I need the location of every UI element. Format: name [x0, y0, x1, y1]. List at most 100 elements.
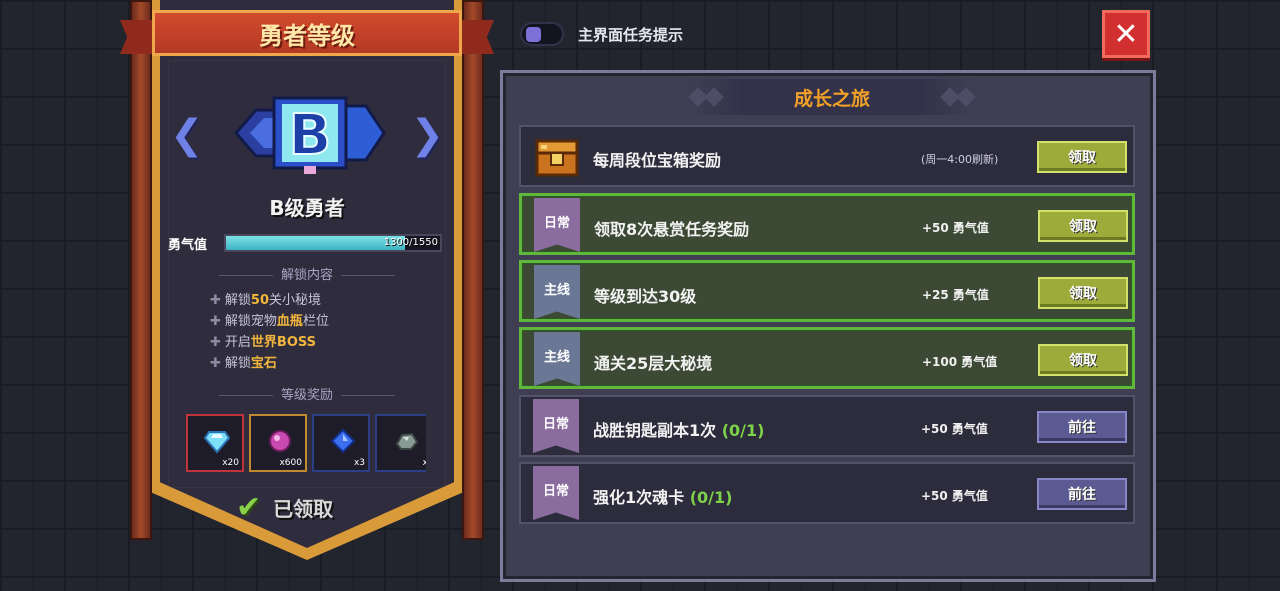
task-reward: +50 勇气值	[922, 221, 989, 235]
task-name: 通关25层大秘境	[594, 350, 712, 374]
go-button[interactable]: 前往	[1037, 478, 1127, 510]
reward-section-label: 等级奖励	[280, 388, 333, 403]
reward-section-title: 等级奖励	[160, 384, 454, 403]
rank-selector: ❮ B ❯	[160, 80, 454, 190]
banner-pole-right	[462, 0, 484, 540]
plus-icon: ✚	[210, 356, 221, 371]
plus-icon: ✚	[210, 314, 221, 329]
prev-rank-arrow-icon[interactable]: ❮	[170, 112, 204, 158]
task-tag-main: 主线	[534, 332, 580, 386]
unlock-text: 栏位	[302, 314, 329, 329]
task-tag-daily: 日常	[533, 399, 579, 453]
reward-slot[interactable]: x3	[312, 414, 370, 472]
task-name: 强化1次魂卡 (0/1)	[593, 484, 732, 508]
blue-gem-icon	[330, 428, 356, 454]
diamond-ornament-icon	[704, 87, 724, 107]
courage-label: 勇气值	[168, 237, 208, 253]
reward-count: x20	[222, 458, 239, 468]
unlock-text: 解锁宠物	[224, 314, 277, 329]
unlock-item: ✚ 解锁宝石	[210, 353, 440, 374]
level-rewards-list: x20 x600 x3 x	[186, 414, 426, 474]
claimed-label: 已领取	[273, 496, 334, 521]
ore-icon	[395, 432, 419, 450]
task-row: 日常 领取8次悬赏任务奖励 +50 勇气值 领取	[519, 193, 1135, 255]
checkmark-icon: ✔	[236, 489, 262, 525]
task-tag-daily: 日常	[533, 466, 579, 520]
task-name-text: 领取8次悬赏任务奖励	[594, 220, 750, 239]
task-tag-daily: 日常	[534, 198, 580, 252]
task-row: 日常 战胜钥匙副本1次 (0/1) +50 勇气值 前往	[519, 395, 1135, 457]
task-name-text: 强化1次魂卡	[593, 488, 690, 507]
plus-icon: ✚	[210, 293, 221, 308]
unlock-highlight: 世界BOSS	[250, 335, 317, 350]
unlock-section-title: 解锁内容	[160, 264, 454, 283]
unlock-text: 解锁	[224, 356, 251, 371]
weekly-chest-name: 每周段位宝箱奖励	[593, 151, 722, 170]
treasure-chest-icon	[535, 139, 579, 177]
close-button[interactable]: ✕	[1102, 10, 1150, 58]
unlock-text: 开启	[224, 335, 251, 350]
unlock-item: ✚ 开启世界BOSS	[210, 332, 440, 353]
unlock-list: ✚ 解锁50关小秘境 ✚ 解锁宠物血瓶栏位 ✚ 开启世界BOSS ✚ 解锁宝石	[210, 290, 440, 374]
rank-b-badge-icon: B	[234, 96, 386, 174]
courage-progress-text: 1300/1550	[383, 237, 438, 248]
weekly-chest-row: 每周段位宝箱奖励 (周一4:00刷新) 领取	[519, 125, 1135, 187]
diamond-ornament-icon	[956, 87, 976, 107]
task-progress: (0/1)	[689, 488, 733, 507]
weekly-refresh-note: (周一4:00刷新)	[921, 153, 999, 166]
task-tag-main: 主线	[534, 265, 580, 319]
next-rank-arrow-icon[interactable]: ❯	[410, 112, 444, 158]
unlock-highlight: 血瓶	[276, 314, 303, 329]
task-row: 主线 等级到达30级 +25 勇气值 领取	[519, 260, 1135, 322]
hero-level-title: 勇者等级	[152, 10, 462, 56]
unlock-highlight: 50	[250, 293, 270, 308]
rank-letter: B	[289, 103, 332, 168]
task-reward: +100 勇气值	[922, 355, 998, 369]
task-progress: (0/1)	[721, 421, 765, 440]
claim-button[interactable]: 领取	[1038, 344, 1128, 376]
task-name: 战胜钥匙副本1次 (0/1)	[593, 417, 764, 441]
task-row: 主线 通关25层大秘境 +100 勇气值 领取	[519, 327, 1135, 389]
task-reward: +25 勇气值	[922, 288, 989, 302]
claimed-status: ✔ 已领取	[236, 489, 396, 525]
unlock-text: 解锁	[224, 293, 251, 308]
unlock-item: ✚ 解锁宠物血瓶栏位	[210, 311, 440, 332]
courage-progress-bar: 1300/1550	[224, 234, 442, 252]
reward-slot[interactable]: x600	[249, 414, 307, 472]
unlock-section-label: 解锁内容	[280, 268, 333, 283]
task-name: 领取8次悬赏任务奖励	[594, 216, 749, 240]
unlock-highlight: 宝石	[250, 356, 277, 371]
task-reward: +50 勇气值	[921, 422, 988, 436]
claim-button[interactable]: 领取	[1038, 210, 1128, 242]
task-name-text: 通关25层大秘境	[594, 354, 713, 373]
close-icon: ✕	[1113, 16, 1139, 52]
claim-button[interactable]: 领取	[1038, 277, 1128, 309]
task-name-text: 战胜钥匙副本1次	[593, 421, 722, 440]
task-row: 日常 强化1次魂卡 (0/1) +50 勇气值 前往	[519, 462, 1135, 524]
diamond-icon	[204, 431, 230, 454]
task-hint-toggle-label: 主界面任务提示	[578, 26, 684, 44]
reward-slot[interactable]: x	[375, 414, 426, 472]
task-hint-toggle[interactable]	[520, 22, 564, 46]
task-name: 等级到达30级	[594, 283, 696, 307]
unlock-item: ✚ 解锁50关小秘境	[210, 290, 440, 311]
plus-icon: ✚	[210, 335, 221, 350]
courage-row: 勇气值 1300/1550	[168, 232, 458, 254]
task-name-text: 等级到达30级	[594, 287, 697, 306]
task-reward: +50 勇气值	[921, 489, 988, 503]
toggle-knob	[526, 27, 541, 42]
title-ribbon: 勇者等级	[118, 10, 496, 60]
unlock-text: 关小秘境	[269, 293, 322, 308]
reward-slot[interactable]: x20	[186, 414, 244, 472]
reward-count: x3	[353, 458, 365, 468]
reward-count: x600	[279, 458, 302, 468]
go-button[interactable]: 前往	[1037, 411, 1127, 443]
rank-name: B级勇者	[269, 196, 345, 220]
growth-journey-panel: 成长之旅 每周段位宝箱奖励 (周一4:00刷新) 领取 日常 领取8次悬赏任务奖…	[500, 70, 1156, 582]
claim-weekly-button[interactable]: 领取	[1037, 141, 1127, 173]
hero-rank-banner: 勇者等级 ❮ B ❯ B级勇者 勇气值 1300/1550 解锁内容 ✚ 解锁50…	[118, 0, 496, 591]
reward-count: x	[422, 458, 426, 468]
panel-title: 成长之旅	[793, 87, 870, 110]
banner-pole-left	[130, 0, 152, 540]
panel-header: 成长之旅	[687, 79, 977, 115]
